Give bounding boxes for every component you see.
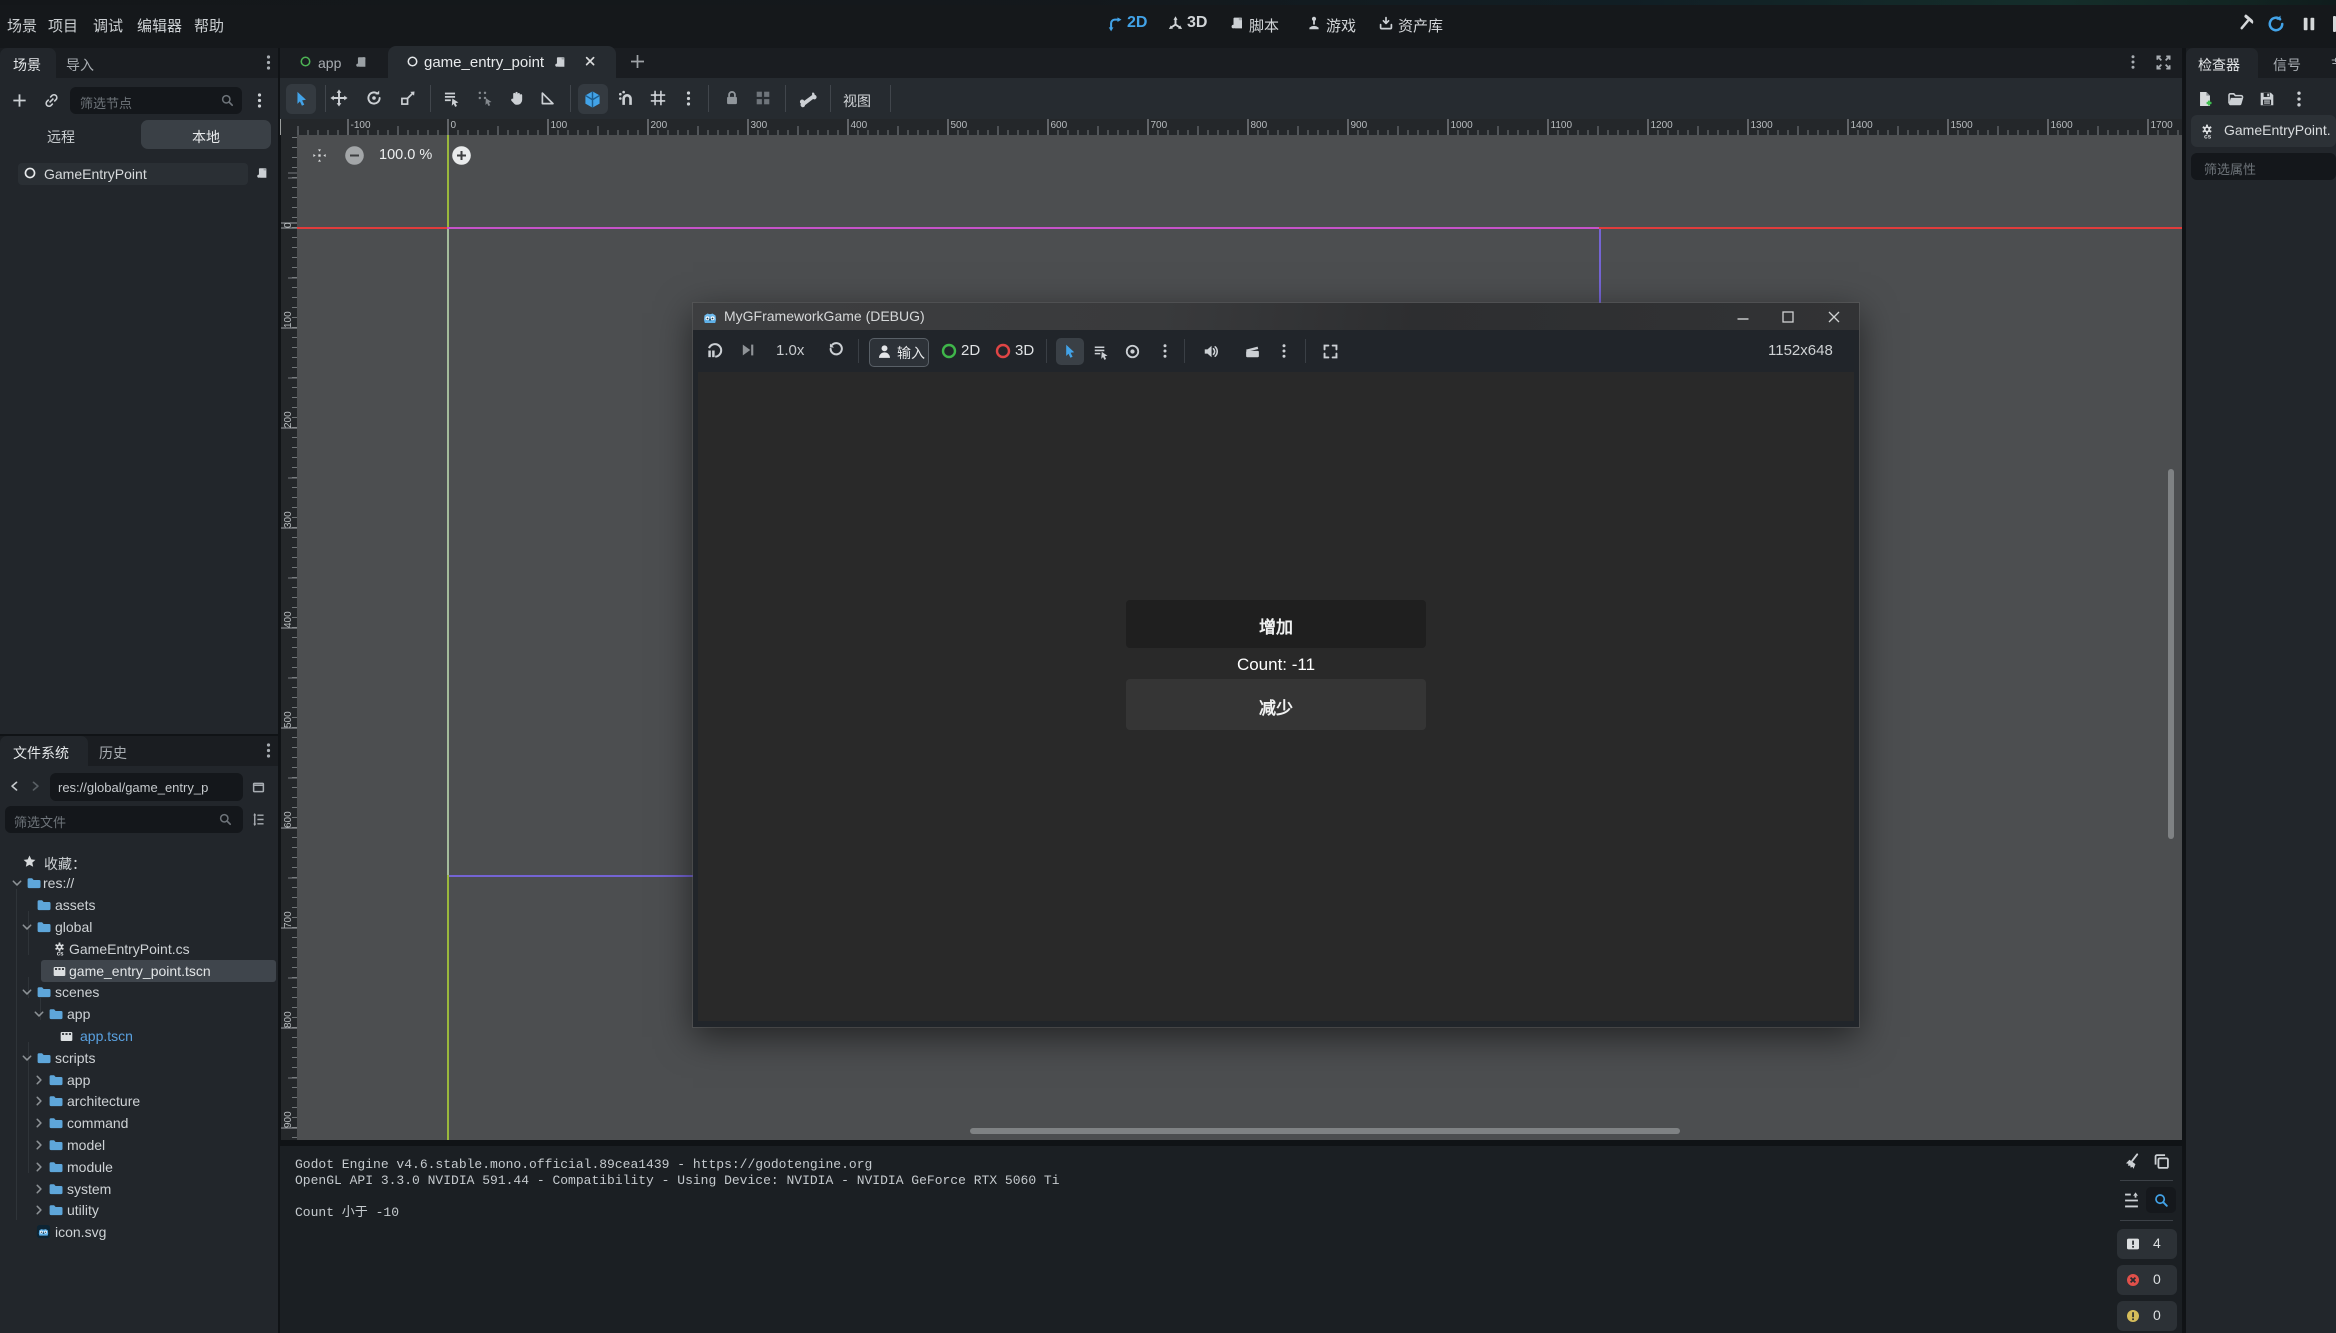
svg-text:cs: cs [2204, 133, 2212, 139]
svg-text:cs: cs [57, 950, 64, 956]
